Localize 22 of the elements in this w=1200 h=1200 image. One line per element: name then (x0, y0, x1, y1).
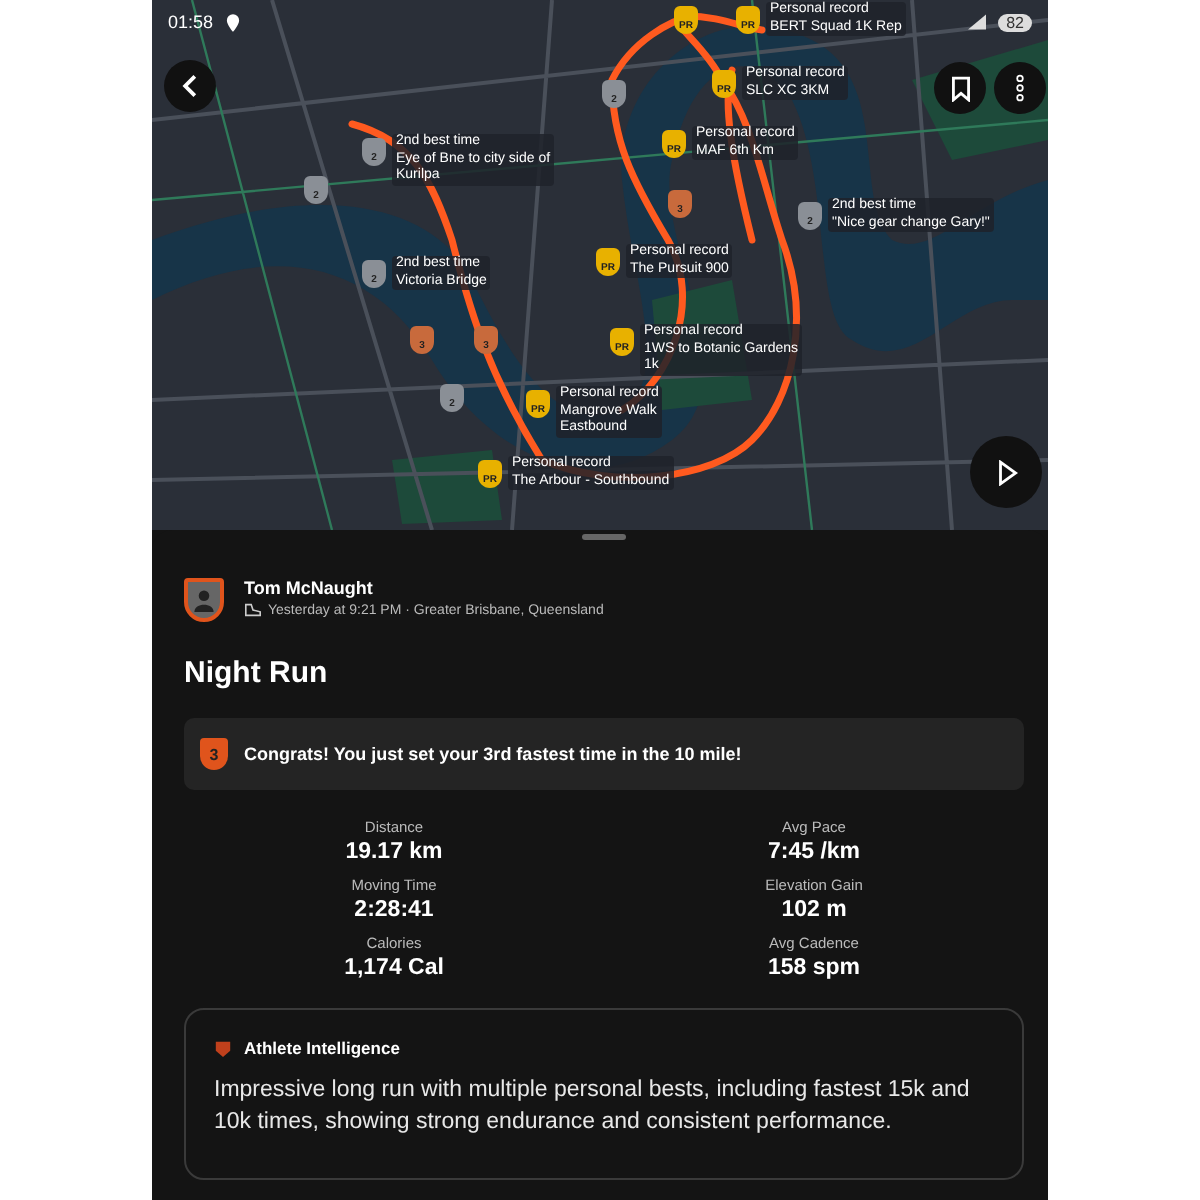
stat-value: 2:28:41 (354, 898, 434, 922)
bookmark-icon (949, 75, 971, 101)
activity-title: Night Run (184, 656, 330, 690)
location-icon (225, 13, 240, 31)
signal-icon (968, 14, 987, 30)
avatar[interactable] (184, 578, 224, 622)
stat-value: 158 spm (767, 956, 861, 980)
shield-icon (214, 1039, 232, 1057)
stat-value: 1,174 Cal (344, 956, 444, 980)
chevron-left-icon (178, 74, 202, 98)
stat-value: 19.17 km (345, 840, 443, 864)
stat-value: 102 m (781, 898, 847, 922)
insight-title: Athlete Intelligence (244, 1038, 400, 1058)
stat-value: 7:45 /km (767, 840, 861, 864)
play-icon (995, 459, 1017, 485)
more-icon (1014, 74, 1026, 102)
athlete-name[interactable]: Tom McNaught (244, 578, 604, 598)
shoe-icon (244, 602, 262, 618)
status-time: 01:58 (168, 12, 214, 32)
medal-icon: 3 (200, 738, 228, 770)
insight-text: Impressive long run with multiple personal bests, including fastest 15k and 10k times, showing strong endurance and consistent performance. (214, 1076, 972, 1138)
achievement-text: Congrats! You just set your 3rd fastest time in the 10 mile! (244, 744, 742, 764)
